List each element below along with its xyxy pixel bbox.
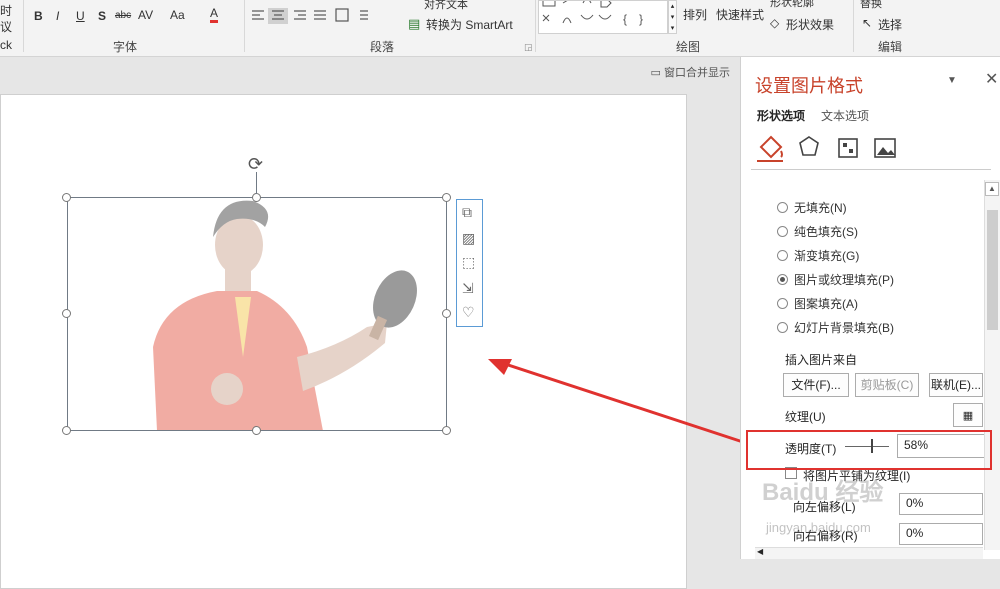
shapes-gallery-icons: { } [542,0,643,26]
window-icon: ▭ [650,67,664,79]
editing-group-label: 编辑 [878,40,903,54]
select-button[interactable]: 选择 [878,16,902,33]
tab-text-options[interactable]: 文本选项 [821,107,869,124]
resize-handle-r[interactable] [442,309,451,318]
character-spacing-button[interactable]: AV [138,8,153,22]
shadow-button[interactable]: S [98,9,106,23]
radio-dot [777,202,788,213]
fill-gradient-radio[interactable]: 渐变填充(G) [777,247,859,264]
resize-handle-tr[interactable] [442,193,451,202]
svg-text:}: } [639,12,643,26]
offset-left-value: 0% [906,496,924,510]
merge-window-button[interactable]: ▭ 窗口合并显示 [651,64,730,80]
radio-dot [777,250,788,261]
paragraph-dialog-launcher-icon[interactable]: ◲ [524,42,533,53]
fill-gradient-label: 渐变填充(G) [794,249,860,263]
clipboard-button[interactable]: 剪贴板(C) [855,373,919,397]
resize-handle-tl[interactable] [62,193,71,202]
offset-left-input[interactable]: 0% [899,493,983,515]
selection-frame [67,197,447,431]
transparency-highlight [746,430,992,470]
shapes-gallery[interactable]: { } [538,0,668,34]
pane-divider [751,169,991,170]
insert-from-label: 插入图片来自 [785,353,858,367]
pane-menu-icon[interactable]: ▼ [947,75,957,86]
radio-dot [777,298,788,309]
resize-handle-t[interactable] [252,193,261,202]
size-icon[interactable]: ⇲ [462,280,474,297]
shape-effects-icon: ◇ [770,16,780,30]
quick-styles-button[interactable]: 快速样式 [716,6,764,23]
select-icon: ↖ [862,16,873,30]
quick-format-toolbar: ⧉ ▨ ⬚ ⇲ ♡ [456,199,483,327]
convert-smartart-button[interactable]: 转换为 SmartArt [426,16,513,33]
change-case-button[interactable]: Aa [170,8,185,22]
resize-handle-bl[interactable] [62,426,71,435]
offset-right-value: 0% [906,526,924,540]
fill-none-radio[interactable]: 无填充(N) [777,199,847,216]
paragraph-align-icons[interactable] [250,8,370,24]
svg-text:{: { [623,12,627,26]
ribbon: 时 议 ck B I U S abc AV Aa A 字体 对齐文本 ▤ 转换为… [0,0,1000,57]
rotate-handle-icon[interactable]: ⟳ [248,154,263,175]
fill-none-label: 无填充(N) [794,201,847,215]
fill-picture-radio[interactable]: 图片或纹理填充(P) [777,271,894,288]
rotate-stem [256,172,257,194]
scroll-thumb[interactable] [987,210,998,330]
picture-styles-icon[interactable]: ▨ [462,230,475,247]
file-button[interactable]: 文件(F)... [783,373,849,397]
tab-shape-options[interactable]: 形状选项 [757,107,805,124]
offset-right-input[interactable]: 0% [899,523,983,545]
texture-label: 纹理(U) [785,410,826,424]
radio-dot-selected [777,274,788,285]
fill-picture-label: 图片或纹理填充(P) [794,273,894,287]
online-button[interactable]: 联机(E)... [929,373,983,397]
crop-icon[interactable]: ⬚ [462,254,475,271]
left-clipped-label-1: 时 [0,4,13,18]
close-icon[interactable]: ✕ [985,69,998,89]
font-color-button[interactable]: A [210,7,219,23]
red-annotation-arrow [488,359,747,445]
fill-pattern-label: 图案填充(A) [794,297,858,311]
pane-title: 设置图片格式 [755,76,863,96]
category-icons [757,135,896,162]
fill-solid-label: 纯色填充(S) [794,225,858,239]
scroll-left-icon[interactable]: ◀ [757,547,763,556]
watermark-url: jingyan.baidu.com [766,520,871,535]
fill-pattern-radio[interactable]: 图案填充(A) [777,295,858,312]
shape-outline-button[interactable]: 形状轮廓 [770,0,814,10]
resize-handle-b[interactable] [252,426,261,435]
font-group-label: 字体 [113,40,138,54]
pane-scrollbar[interactable]: ▲ [984,180,1000,550]
favorite-heart-icon[interactable]: ♡ [462,304,475,321]
resize-handle-br[interactable] [442,426,451,435]
drawing-group-label: 绘图 [676,40,701,54]
strikethrough-button[interactable]: abc [115,10,131,21]
left-clipped-label-3: ck [0,38,12,52]
fill-slide-bg-radio[interactable]: 幻灯片背景填充(B) [777,319,894,336]
underline-button[interactable]: U [76,9,85,23]
bold-button[interactable]: B [34,9,43,23]
smartart-icon: ▤ [408,16,421,31]
watermark-brand: Baidu 经验 [762,479,884,506]
texture-picker[interactable]: ▦ [953,403,983,427]
align-text-button[interactable]: 对齐文本 [424,0,468,12]
arrange-button[interactable]: 排列 [683,6,707,23]
scroll-up-icon[interactable]: ▲ [985,182,999,196]
left-clipped-label-2: 议 [0,20,13,34]
paragraph-group-label: 段落 [370,40,395,54]
merge-window-label: 窗口合并显示 [664,67,730,79]
fill-slide-bg-label: 幻灯片背景填充(B) [794,321,894,335]
replace-button[interactable]: 替换 [860,0,882,11]
layout-options-icon[interactable]: ⧉ [462,204,472,221]
radio-dot [777,226,788,237]
resize-handle-l[interactable] [62,309,71,318]
fill-solid-radio[interactable]: 纯色填充(S) [777,223,858,240]
italic-button[interactable]: I [56,9,59,23]
texture-swatch-icon: ▦ [962,410,974,422]
radio-dot [777,322,788,333]
shapes-gallery-scroll[interactable]: ▴ ▾ ▾ [668,0,677,34]
shape-effects-button[interactable]: 形状效果 [786,16,834,33]
pane-hscrollbar[interactable]: ◀ [755,547,983,559]
